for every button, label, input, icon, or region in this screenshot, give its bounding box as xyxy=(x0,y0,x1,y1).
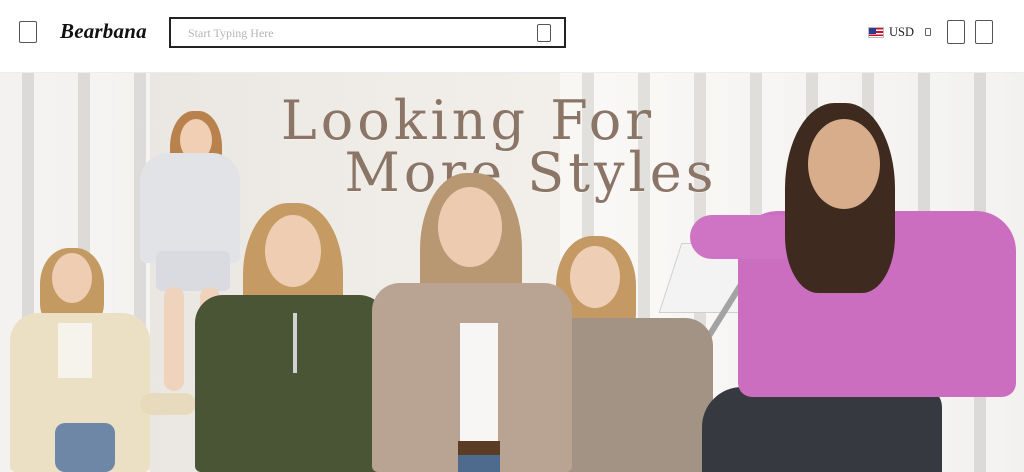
currency-label: USD xyxy=(889,24,915,39)
caret-down-icon xyxy=(925,28,932,36)
search-input[interactable] xyxy=(188,25,518,42)
currency-selector[interactable]: USD xyxy=(868,24,932,39)
model-taupe-jacket xyxy=(372,173,572,472)
brand-logo[interactable]: Bearbana xyxy=(60,19,147,44)
menu-icon[interactable] xyxy=(19,21,37,43)
site-header: Bearbana USD xyxy=(0,0,1024,73)
account-icon[interactable] xyxy=(947,20,965,44)
hero-banner[interactable]: Looking For More Styles xyxy=(0,73,1024,472)
us-flag-icon xyxy=(868,26,884,38)
model-cream-shacket xyxy=(0,243,200,472)
model-olive-hoodie xyxy=(195,203,390,472)
search-icon[interactable] xyxy=(537,24,551,42)
cart-icon[interactable] xyxy=(975,20,993,44)
model-pink-sweatshirt xyxy=(690,103,1020,472)
model-taupe-sweater xyxy=(548,236,713,472)
search-bar[interactable] xyxy=(169,17,566,48)
